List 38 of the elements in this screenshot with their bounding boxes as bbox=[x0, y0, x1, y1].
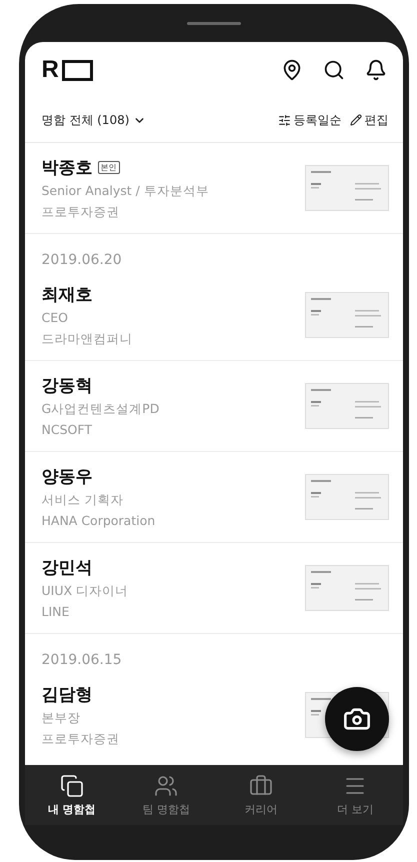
nav-tab[interactable]: 팀 명함첩 bbox=[119, 765, 214, 825]
self-badge: 본인 bbox=[98, 160, 120, 174]
pencil-icon bbox=[350, 114, 362, 126]
contact-title: 서비스 기획자 bbox=[42, 491, 124, 509]
sliders-icon bbox=[278, 114, 290, 126]
cards-icon bbox=[60, 774, 84, 798]
nav-tab[interactable]: 커리어 bbox=[214, 765, 308, 825]
contact-title: G사업컨텐츠설계PD bbox=[42, 400, 160, 418]
contact-name[interactable]: 강민석 bbox=[42, 556, 92, 578]
contact-name[interactable]: 양동우 bbox=[42, 464, 92, 488]
contact-title: 본부장 bbox=[42, 709, 82, 727]
app-logo: R bbox=[42, 58, 260, 82]
bell-icon[interactable] bbox=[364, 59, 386, 81]
contact-company: HANA Corporation bbox=[42, 512, 156, 530]
contact-company: NCSOFT bbox=[42, 421, 93, 439]
contact-company: 드라마앤컴퍼니 bbox=[42, 330, 134, 348]
date-heading: 2019.06.15 bbox=[42, 652, 122, 668]
camera-button[interactable] bbox=[324, 687, 388, 751]
search-icon[interactable] bbox=[322, 59, 344, 81]
card-filter-dropdown[interactable]: 명함 전체 (108) bbox=[42, 112, 146, 128]
team-icon bbox=[154, 774, 178, 798]
contact-title: CEO bbox=[42, 309, 69, 327]
date-heading: 2019.06.20 bbox=[42, 252, 122, 268]
edit-button[interactable]: 편집 bbox=[350, 112, 388, 128]
contact-company: LINE bbox=[42, 603, 70, 621]
nav-tab[interactable]: 내 명함첩 bbox=[24, 765, 119, 825]
speaker-slot bbox=[186, 22, 240, 24]
contact-name[interactable]: 박종호 bbox=[42, 156, 92, 178]
nav-tab[interactable]: 더 보기 bbox=[308, 765, 402, 825]
contact-name[interactable]: 김담형 bbox=[42, 682, 92, 706]
contact-title: UIUX 디자이너 bbox=[42, 582, 130, 600]
contact-title: Senior Analyst / 투자분석부 bbox=[42, 182, 210, 200]
career-icon bbox=[248, 774, 273, 798]
contact-name[interactable]: 강동혁 bbox=[42, 374, 92, 396]
sort-button[interactable]: 등록일순 bbox=[278, 112, 342, 128]
contact-company: 프로투자증권 bbox=[42, 730, 120, 748]
contact-company: 프로투자증권 bbox=[42, 203, 120, 221]
contact-name[interactable]: 최재호 bbox=[42, 282, 92, 306]
